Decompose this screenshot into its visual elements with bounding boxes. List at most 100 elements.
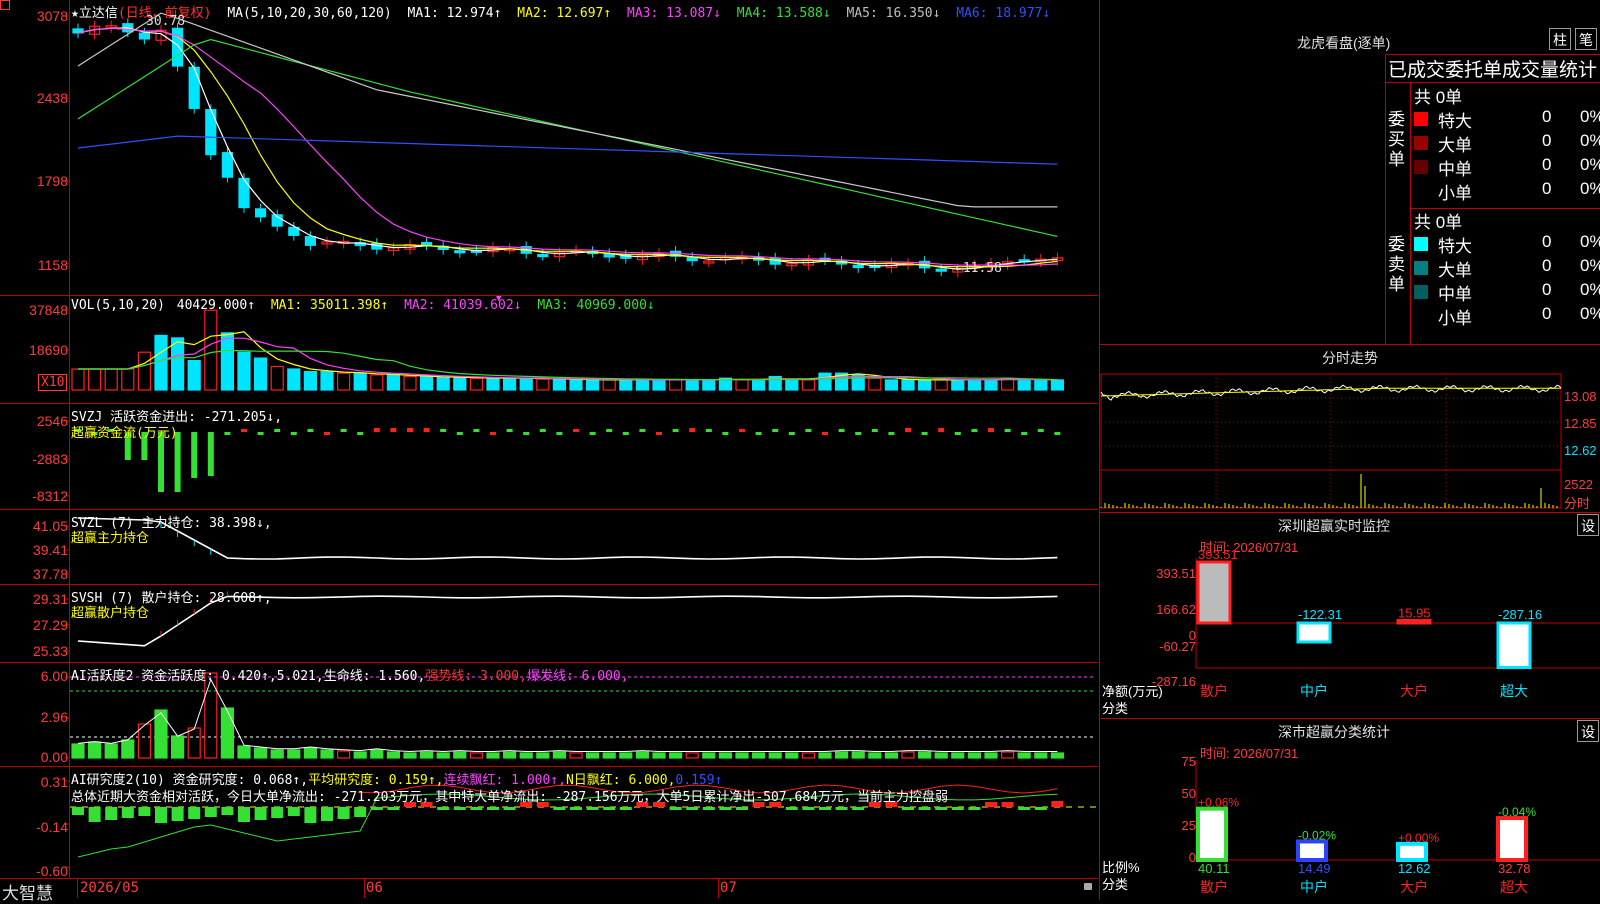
volume-bar (519, 377, 533, 391)
brand-logo[interactable]: 大智慧 (2, 879, 53, 904)
order-type-label: 大单 (1438, 136, 1472, 155)
research-bar (155, 807, 167, 823)
stat-bar-change: -0.02% (1298, 828, 1336, 842)
stat-bar-change: +0.00% (1398, 831, 1439, 845)
ai-activity-header: AI活跃度2 资金活跃度: 0.420↑,5.021,生命线: 1.560,强势… (71, 665, 637, 684)
activity-bar (619, 752, 633, 759)
stat-title: 深市超赢分类统计 (1278, 724, 1390, 740)
svsh-panel[interactable]: SVSH (7) 散户持仓: 28.608↑, 超赢散户持仓 29.31 27.… (0, 585, 1098, 663)
flow-bar (423, 428, 430, 432)
activity-bar (635, 751, 650, 759)
activity-bar (984, 752, 998, 759)
order-percent: 0% (1580, 179, 1600, 198)
kline-ytick: 1158 (37, 257, 68, 273)
intraday-title[interactable]: 分时走势 (1322, 348, 1378, 368)
ai-activity-panel[interactable]: AI活跃度2 资金活跃度: 0.420↑,5.021,生命线: 1.560,强势… (0, 663, 1098, 767)
svzl-ytick: 37.78 (32, 566, 68, 582)
monitor-settings-button[interactable]: 设 (1577, 514, 1599, 536)
order-color-swatch (1414, 285, 1428, 299)
order-row-2: 中单 0 0% (1414, 280, 1600, 304)
order-color-swatch (1414, 309, 1428, 323)
stat-settings-button[interactable]: 设 (1577, 720, 1599, 742)
volume-bar (436, 376, 450, 391)
volume-bar (668, 379, 683, 391)
flow-bar (556, 432, 563, 435)
research-bar (603, 807, 616, 810)
flow-bar (274, 429, 281, 432)
date-label: 06 (366, 880, 383, 896)
order-count: 0 (1542, 179, 1552, 198)
volume-bar (370, 374, 384, 391)
aiyj-ytick: -0.60 (36, 863, 68, 879)
flow-bar (506, 429, 513, 432)
research-bar (387, 807, 400, 810)
flow-bar (1037, 429, 1044, 432)
tick-mode-button[interactable]: 笔 (1575, 28, 1597, 50)
activity-bar (536, 752, 550, 759)
monitor-bar (1196, 560, 1232, 625)
lock-icon[interactable] (1084, 883, 1092, 890)
volume-bar (287, 368, 301, 391)
ai-research-panel[interactable]: AI研究度2(10) 资金研究度: 0.068↑,平均研究度: 0.159↑,连… (0, 767, 1098, 879)
research-bar (304, 807, 317, 823)
order-count: 0 (1542, 131, 1552, 150)
order-type-label: 小单 (1438, 184, 1472, 203)
flow-bar (606, 429, 613, 432)
activity-bar (702, 752, 716, 759)
research-bar (570, 807, 582, 810)
aiyj-ytick: 0.31 (40, 774, 68, 790)
date-label: 2026/05 (80, 880, 140, 896)
order-color-swatch (1414, 160, 1428, 174)
order-type-label: 特大 (1438, 112, 1472, 131)
order-row-3: 小单 0 0% (1414, 304, 1600, 328)
svsh-subtitle: 超赢散户持仓 (71, 606, 150, 621)
flow-bar (373, 428, 380, 432)
ma5-line (77, 12, 1058, 208)
stat-chart[interactable]: +0.06% 40.11 散户 -0.02% 14.49 中户 +0.00% 12.62 大户 -… (1100, 740, 1600, 900)
flow-bar (1054, 432, 1061, 435)
flow-bar (1004, 429, 1011, 432)
volume-bar (702, 379, 716, 391)
flow-bar (324, 432, 330, 435)
activity-bar (87, 741, 102, 759)
bar-mode-button[interactable]: 柱 (1549, 28, 1571, 50)
stock-title[interactable]: ★立达信 (71, 6, 118, 21)
kline-panel[interactable]: ★立达信(日线，前复权) MA(5,10,20,30,60,120) MA1: … (0, 0, 1098, 296)
vol-unit-badge[interactable]: X10 (38, 374, 68, 391)
order-color-swatch (1414, 237, 1428, 251)
svzj-panel[interactable]: SVZJ 活跃资金进出: -271.205↓, 超赢资金流(万元) 2546 -… (0, 404, 1098, 510)
volume-bar (1017, 379, 1031, 391)
monitor-chart[interactable]: 393.51 散户 -122.31 中户 15.95 大户 -287.16 超大 (1100, 534, 1600, 718)
svzl-panel[interactable]: SVZL (7) 主力持仓: 38.398↓, 超赢主力持仓 41.05 39.… (0, 510, 1098, 585)
activity-bar (868, 752, 882, 759)
order-count: 0 (1542, 155, 1552, 174)
kline-ytick: 1798 (36, 173, 68, 189)
ma-params: MA(5,10,20,30,60,120) (227, 6, 392, 21)
ma3-line (77, 27, 1058, 266)
flow-bar (407, 428, 413, 432)
flow-bar (888, 432, 895, 435)
panel-corner-box[interactable] (0, 0, 10, 10)
research-bar (171, 807, 184, 821)
activity-bar (951, 752, 965, 759)
flow-bar (1021, 432, 1028, 435)
flow-bar (988, 428, 994, 432)
flow-bar (805, 429, 812, 432)
volume-bar (154, 334, 168, 391)
aihy-ytick: 0.00 (40, 749, 68, 765)
volume-panel[interactable]: VOL(5,10,20) 40429.000↑ MA1: 35011.398↑ … (0, 296, 1098, 404)
date-axis[interactable]: 大智慧 2026/05 06 07 (0, 878, 1098, 903)
flow-bar (739, 429, 745, 432)
kline-chart[interactable] (0, 0, 1098, 296)
vol-ma3: MA3: 40969.000↓ (537, 298, 655, 313)
candle-down (537, 253, 549, 258)
intraday-chart[interactable] (1100, 366, 1600, 512)
flow-bar (241, 429, 247, 432)
intraday-price-high: 13.08 (1564, 389, 1597, 404)
activity-bar (834, 751, 849, 759)
volume-bar (884, 379, 899, 391)
research-bar (321, 807, 333, 821)
activity-bar (303, 747, 317, 759)
volume-bar (801, 379, 816, 391)
order-row-0: 特大 0 0% (1414, 232, 1600, 256)
